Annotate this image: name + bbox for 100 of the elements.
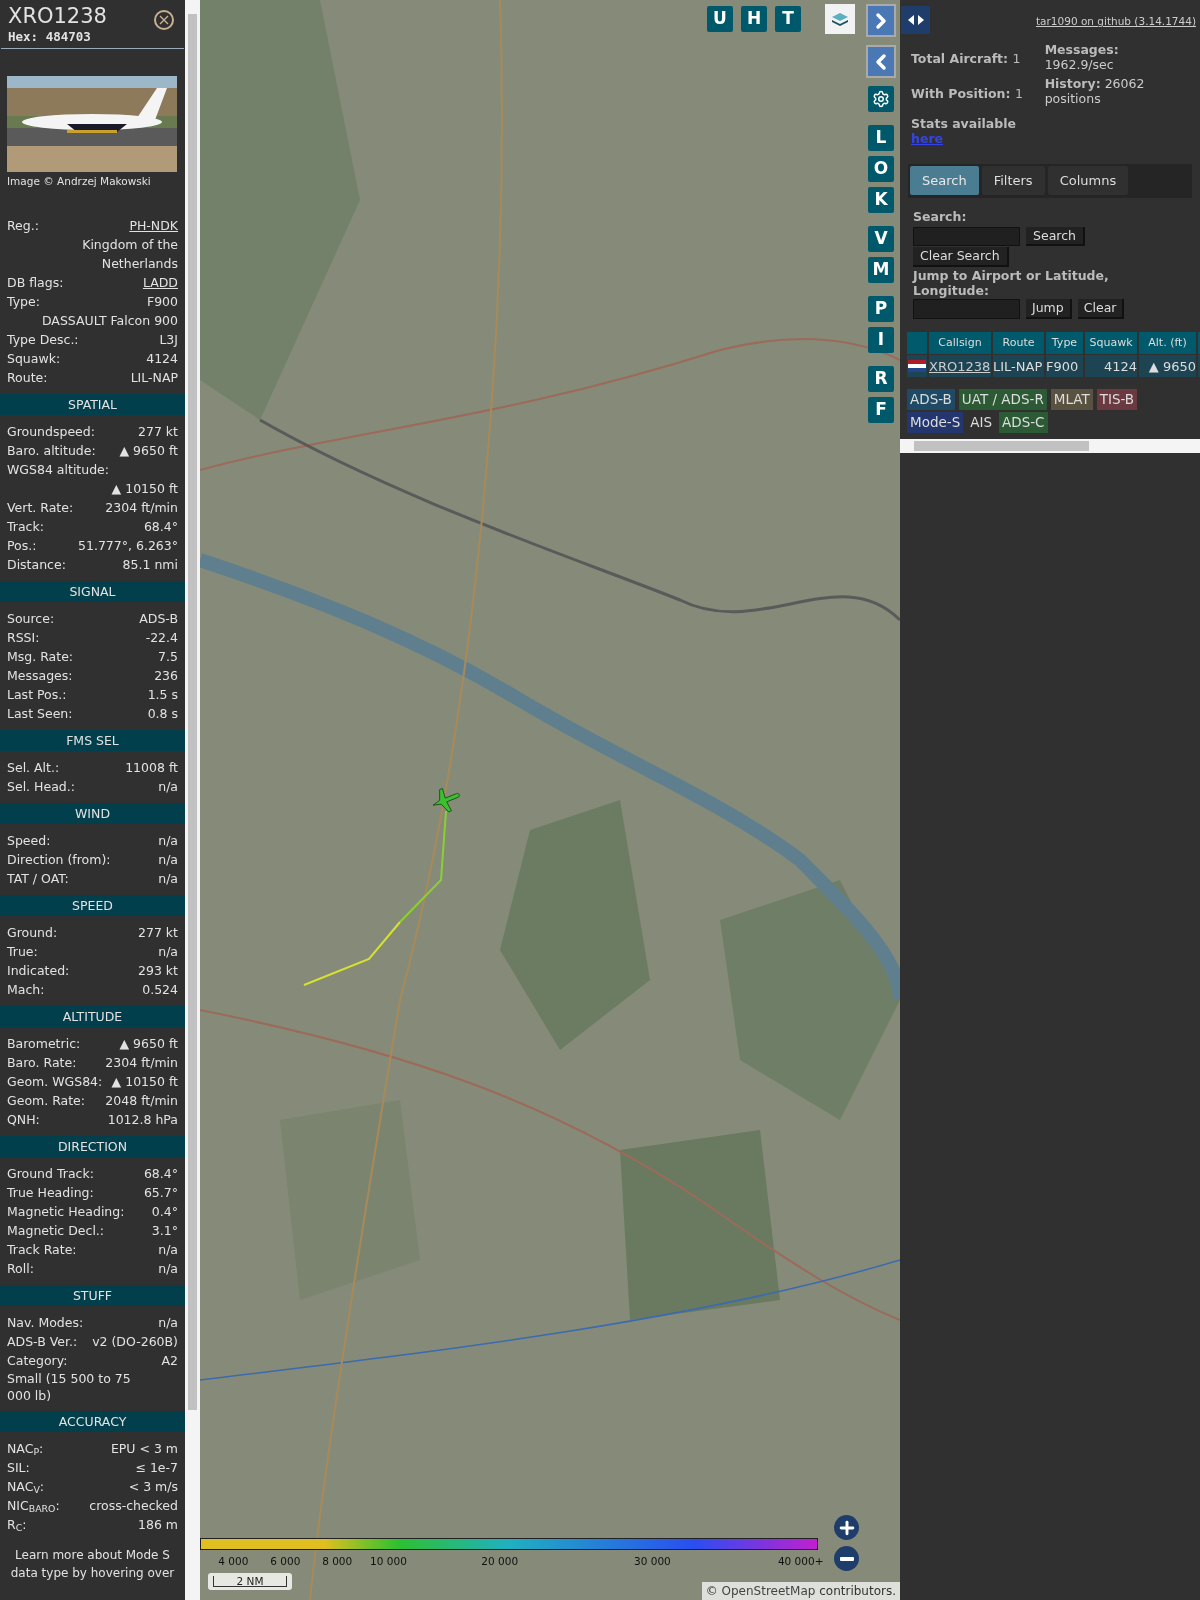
field-label: Route: bbox=[7, 369, 48, 387]
panel-toggle-button[interactable] bbox=[901, 6, 930, 34]
field-label: Vert. Rate: bbox=[7, 499, 74, 517]
field-value: n/a bbox=[158, 778, 178, 796]
map-toggle-button[interactable]: T bbox=[775, 6, 801, 32]
map-toggle-button[interactable]: I bbox=[868, 327, 894, 353]
map-toggle-button[interactable]: P bbox=[868, 296, 894, 322]
field-value: ≤ 1e-7 bbox=[135, 1459, 178, 1477]
map-toggle-button[interactable]: O bbox=[868, 156, 894, 182]
close-icon[interactable] bbox=[154, 10, 174, 30]
left-right-arrows-icon bbox=[907, 15, 924, 25]
jump-field[interactable] bbox=[913, 299, 1020, 320]
callsign-title: XRO1238 bbox=[8, 3, 107, 29]
field-label: Sel. Head.: bbox=[7, 778, 75, 796]
field-value: 0.8 s bbox=[147, 705, 178, 723]
map-toggle-button[interactable]: R bbox=[868, 366, 894, 392]
field-value: 277 kt bbox=[138, 423, 178, 441]
stats-available-text: Stats available here bbox=[911, 115, 1017, 146]
field-label: WGS84 altitude: bbox=[7, 462, 110, 477]
field-label: Groundspeed: bbox=[7, 423, 95, 441]
field-label: TAT / OAT: bbox=[7, 870, 69, 888]
map-toggle-button[interactable]: L bbox=[868, 125, 894, 151]
field-value: 68.4° bbox=[143, 1165, 178, 1183]
field-value: Kingdom of the Netherlands bbox=[81, 236, 178, 273]
field-label: NAC$_{V}$: bbox=[7, 1478, 45, 1496]
field-value: ▲ 9650 ft bbox=[119, 442, 178, 460]
field-value: ▲ 10150 ft bbox=[111, 1073, 178, 1091]
map-toggle-button[interactable]: V bbox=[868, 226, 894, 252]
field-label: Msg. Rate: bbox=[7, 648, 74, 666]
field-value: 2304 ft/min bbox=[105, 1054, 178, 1072]
altitude-label: 8 000 bbox=[322, 1554, 353, 1569]
search-button[interactable]: Search bbox=[1026, 227, 1085, 247]
field-value: cross-checked bbox=[89, 1497, 178, 1515]
image-credit: Image © Andrzej Makowski bbox=[7, 174, 152, 188]
jump-button[interactable]: Jump bbox=[1026, 299, 1072, 320]
table-header[interactable]: Alt. (ft) bbox=[1139, 332, 1196, 355]
collapse-button[interactable] bbox=[866, 45, 896, 78]
field-label: Messages: bbox=[7, 667, 73, 685]
layers-button[interactable] bbox=[825, 4, 855, 34]
search-field[interactable] bbox=[913, 227, 1020, 247]
field-label: Barometric: bbox=[7, 1035, 81, 1053]
tab[interactable]: Search bbox=[910, 166, 979, 195]
tab[interactable]: Filters bbox=[981, 166, 1045, 195]
field-label: Direction (from): bbox=[7, 851, 111, 869]
field-value: 11008 ft bbox=[125, 759, 178, 777]
field-value: v2 (DO-260B) bbox=[92, 1333, 178, 1351]
section-header: DIRECTION bbox=[0, 1136, 185, 1157]
field-value: n/a bbox=[158, 943, 178, 961]
field-value: 0.524 bbox=[142, 981, 178, 999]
field-value: n/a bbox=[158, 1241, 178, 1259]
scrollbar-thumb[interactable] bbox=[914, 441, 1089, 452]
map-toggle-button[interactable]: K bbox=[868, 187, 894, 213]
table-header[interactable]: Squawk bbox=[1085, 332, 1137, 355]
field-value: 293 kt bbox=[138, 962, 178, 980]
field-label: True: bbox=[7, 943, 38, 961]
field-label: Indicated: bbox=[7, 962, 70, 980]
section-header: WIND bbox=[0, 803, 185, 824]
field-link[interactable]: LADD bbox=[142, 273, 178, 292]
search-label: Search: bbox=[913, 207, 968, 226]
category-text: Small (15 500 to 75 000 lb) bbox=[7, 1371, 131, 1403]
table-header[interactable]: Route bbox=[993, 332, 1044, 355]
flag-icon bbox=[908, 360, 926, 373]
field-label: QNH: bbox=[7, 1111, 40, 1129]
source-tag: TIS-B bbox=[1096, 389, 1138, 411]
section-header: ALTITUDE bbox=[0, 1006, 185, 1027]
airplane-icon[interactable] bbox=[430, 786, 462, 814]
field-label: Reg.: bbox=[7, 217, 39, 235]
settings-button[interactable] bbox=[868, 86, 894, 112]
field-value: n/a bbox=[158, 851, 178, 869]
field-link[interactable]: PH-NDK bbox=[129, 216, 178, 235]
map-toggle-button[interactable]: M bbox=[868, 257, 894, 283]
callsign-link[interactable]: XRO1238 bbox=[929, 356, 991, 376]
table-cell-text: LIL-NAP bbox=[993, 357, 1043, 376]
tab[interactable]: Columns bbox=[1047, 166, 1129, 195]
field-label: Distance: bbox=[7, 556, 66, 574]
table-cell-text: F900 bbox=[1046, 357, 1079, 376]
clear-button[interactable]: Clear bbox=[1077, 299, 1125, 320]
altitude-label: 4 000 bbox=[218, 1554, 249, 1569]
scrollbar-thumb[interactable] bbox=[188, 14, 197, 1410]
table-header[interactable]: Callsign bbox=[929, 332, 991, 355]
field-value: 65.7° bbox=[143, 1184, 178, 1202]
map-toggle-button[interactable]: H bbox=[741, 6, 767, 32]
field-label: Geom. Rate: bbox=[7, 1092, 86, 1110]
osm-link[interactable]: OpenStreetMap bbox=[721, 1584, 816, 1598]
map-toggle-button[interactable]: F bbox=[868, 397, 894, 423]
mode-s-note: Learn more about Mode S data type by hovering over bbox=[9, 1547, 176, 1582]
clear-search-button[interactable]: Clear Search bbox=[913, 247, 1009, 268]
table-header[interactable]: Type bbox=[1046, 332, 1083, 355]
field-value: < 3 m/s bbox=[128, 1478, 178, 1496]
field-label: Baro. altitude: bbox=[7, 442, 96, 460]
field-value: 236 bbox=[154, 667, 178, 685]
field-label: Type: bbox=[7, 293, 40, 311]
field-value: EPU < 3 m bbox=[110, 1440, 178, 1458]
altitude-label: 10 000 bbox=[370, 1554, 407, 1569]
field-label: NAC$_{P}$: bbox=[7, 1440, 44, 1458]
field-label: NIC$_{BARO}$: bbox=[7, 1497, 60, 1515]
map-toggle-button[interactable]: U bbox=[707, 6, 733, 32]
expand-button[interactable] bbox=[866, 4, 896, 37]
github-link[interactable]: tar1090 on github (3.14.1744) bbox=[1036, 14, 1196, 30]
field-label: Category: bbox=[7, 1352, 68, 1370]
